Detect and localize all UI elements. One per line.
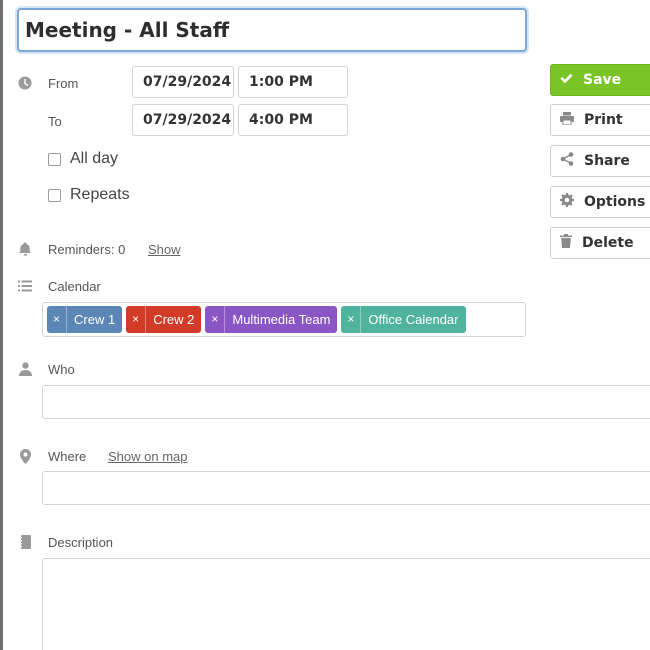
repeats-label: Repeats xyxy=(70,186,130,203)
from-date-input[interactable]: 07/29/2024 xyxy=(132,66,234,98)
where-input[interactable] xyxy=(42,471,650,505)
all-day-option[interactable]: All day xyxy=(48,150,118,168)
reminders-show-link[interactable]: Show xyxy=(148,242,181,257)
tag-label: Crew 1 xyxy=(74,312,116,327)
calendar-label: Calendar xyxy=(48,279,101,294)
checkmark-icon xyxy=(560,72,583,88)
notebook-icon xyxy=(17,534,33,550)
clock-icon xyxy=(17,75,33,91)
remove-tag-icon[interactable]: × xyxy=(47,306,67,333)
share-button-label: Share xyxy=(584,153,630,169)
repeats-checkbox[interactable] xyxy=(48,188,61,202)
save-button-label: Save xyxy=(583,72,622,88)
remove-tag-icon[interactable]: × xyxy=(341,306,362,333)
calendar-tag-crew-2: × Crew 2 xyxy=(126,306,202,333)
to-time-input[interactable]: 4:00 PM xyxy=(238,104,348,136)
trash-icon xyxy=(560,234,582,252)
list-icon xyxy=(17,278,33,294)
tag-label: Office Calendar xyxy=(368,312,459,327)
reminders-label: Reminders: 0 xyxy=(48,242,126,257)
calendar-tag-office-calendar: × Office Calendar xyxy=(341,306,466,333)
who-label: Who xyxy=(48,362,75,377)
save-button[interactable]: Save xyxy=(550,64,650,96)
from-label: From xyxy=(48,76,79,91)
options-button[interactable]: Options xyxy=(550,186,650,218)
show-on-map-link[interactable]: Show on map xyxy=(108,449,188,464)
description-textarea[interactable] xyxy=(42,558,650,650)
where-label: Where xyxy=(48,449,87,464)
calendar-tag-multimedia-team: × Multimedia Team xyxy=(205,306,338,333)
remove-tag-icon[interactable]: × xyxy=(205,306,226,333)
tag-label: Crew 2 xyxy=(153,312,195,327)
remove-tag-icon[interactable]: × xyxy=(126,306,147,333)
gear-icon xyxy=(560,193,584,211)
repeats-option[interactable]: Repeats xyxy=(48,186,130,204)
bell-icon xyxy=(17,241,33,257)
calendar-tag-input[interactable]: × Crew 1 × Crew 2 × Multimedia Team × Of… xyxy=(42,302,526,337)
to-date-input[interactable]: 07/29/2024 xyxy=(132,104,234,136)
event-title-input[interactable]: Meeting - All Staff xyxy=(17,8,527,52)
map-pin-icon xyxy=(17,448,33,464)
window-edge xyxy=(0,0,3,650)
who-input[interactable] xyxy=(42,385,650,419)
printer-icon xyxy=(560,111,584,129)
all-day-checkbox[interactable] xyxy=(48,152,61,166)
description-label: Description xyxy=(48,535,114,550)
delete-button-label: Delete xyxy=(582,235,634,251)
all-day-label: All day xyxy=(70,150,119,167)
options-button-label: Options xyxy=(584,194,646,210)
calendar-tag-crew-1: × Crew 1 xyxy=(47,306,123,333)
print-button-label: Print xyxy=(584,112,623,128)
delete-button[interactable]: Delete xyxy=(550,227,650,259)
from-time-input[interactable]: 1:00 PM xyxy=(238,66,348,98)
print-button[interactable]: Print xyxy=(550,104,650,136)
share-button[interactable]: Share xyxy=(550,145,650,177)
tag-label: Multimedia Team xyxy=(232,312,331,327)
share-icon xyxy=(560,152,584,170)
to-label: To xyxy=(48,114,62,129)
person-icon xyxy=(17,361,33,377)
